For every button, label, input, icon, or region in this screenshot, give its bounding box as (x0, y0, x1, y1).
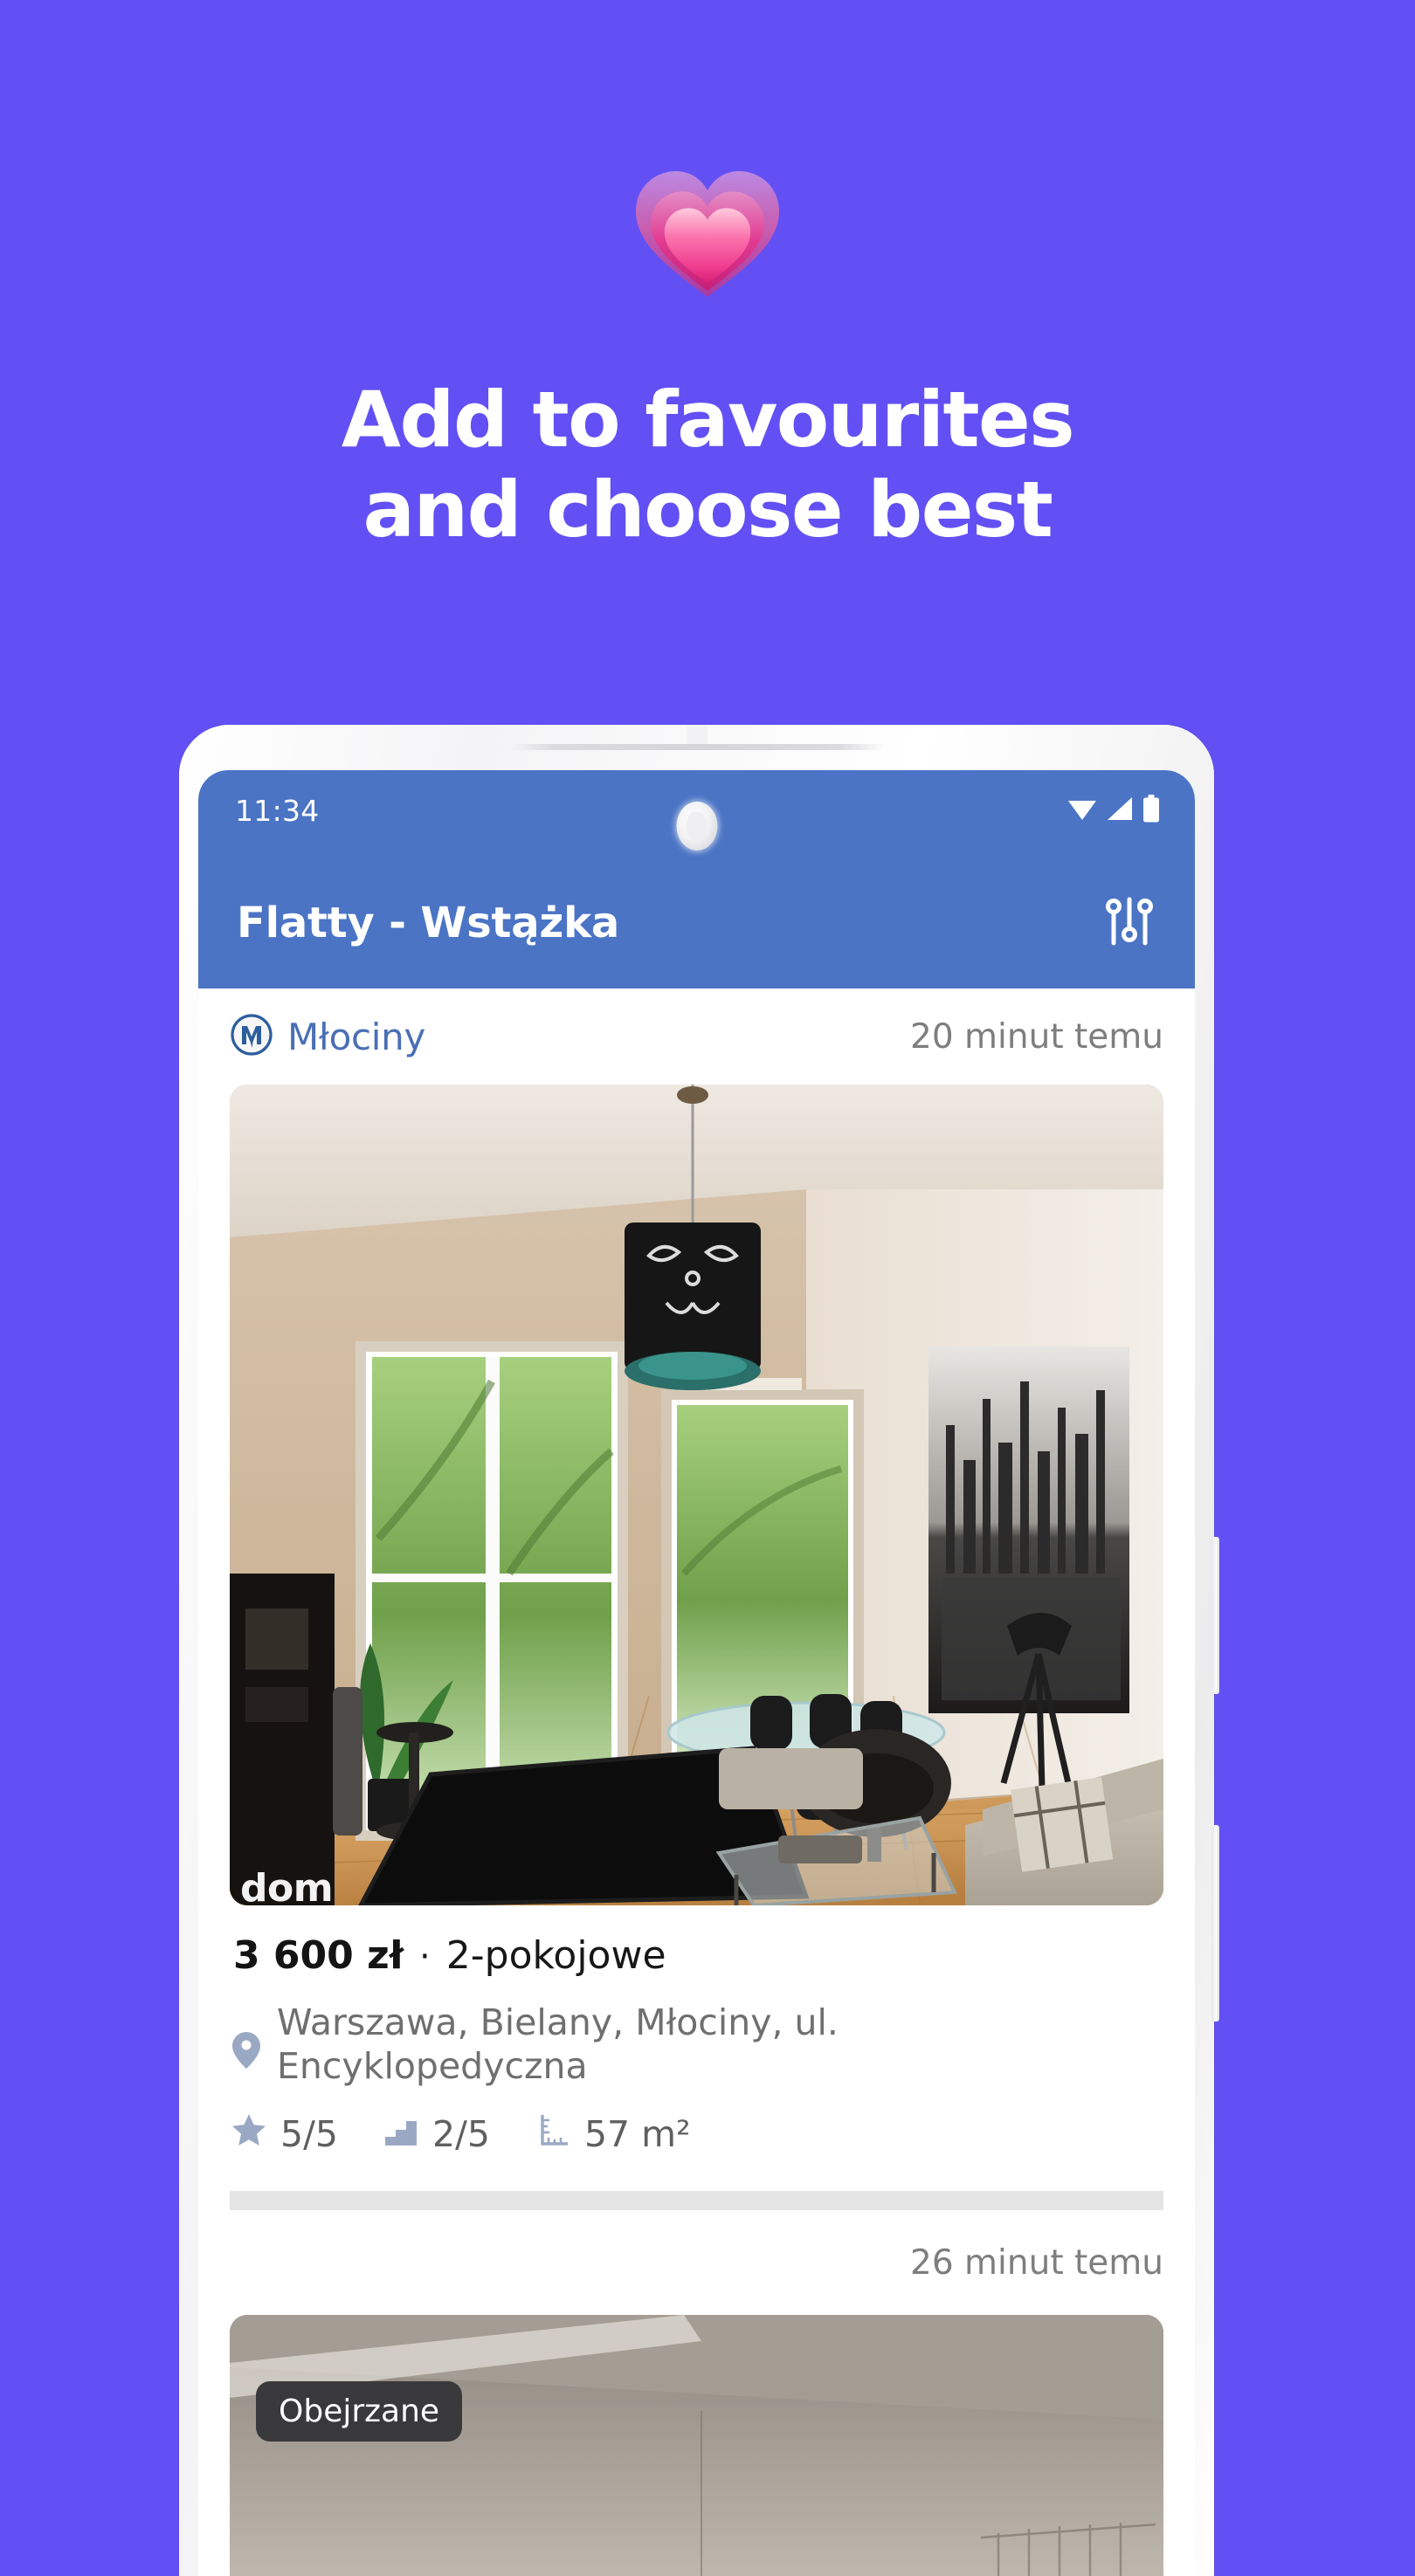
headline-line-2: and choose best (362, 464, 1053, 554)
hero-heart-emoji (0, 131, 1415, 310)
phone-mockup: 11:34 Flatty - Wstążka Młociny 20 minut … (179, 725, 1219, 2576)
tune-sliders-icon (1102, 894, 1156, 953)
listing-price-row: 3 600 zł · 2-pokojowe (230, 1905, 1163, 1978)
listing-card[interactable]: Młociny 20 minut temu dom 3 600 zł · 2-p… (198, 988, 1195, 2211)
listing-price: 3 600 zł (233, 1933, 404, 1978)
listing-photo[interactable]: dom (230, 1085, 1163, 1905)
growing-heart-emoji (607, 131, 808, 306)
listing-card-next[interactable]: 26 minut temu Obejrzane (198, 2210, 1195, 2576)
location-pin-icon (231, 2001, 261, 2075)
star-icon (231, 2112, 266, 2156)
app-bar: 11:34 Flatty - Wstążka (198, 770, 1195, 988)
listing-rating-value: 5/5 (280, 2113, 338, 2156)
price-separator: · (419, 1937, 431, 1977)
card-separator (230, 2191, 1163, 2211)
volume-button[interactable] (1211, 1537, 1219, 1694)
status-bar-clock: 11:34 (235, 793, 320, 828)
listing-time-ago: 20 minut temu (910, 1016, 1163, 1057)
cellular-signal-icon (1107, 796, 1133, 825)
listing-area-value: 57 m² (583, 2113, 691, 2156)
earpiece-speaker (508, 744, 885, 750)
warsaw-metro-logo-icon (230, 1013, 273, 1061)
filter-button[interactable] (1095, 889, 1163, 957)
listing-stat-floor: 2/5 (383, 2112, 490, 2156)
listing-stat-rating: 5/5 (231, 2112, 338, 2156)
power-button[interactable] (1211, 1825, 1219, 2022)
front-camera-punch-hole (676, 802, 717, 851)
app-title: Flatty - Wstążka (237, 899, 620, 947)
status-bar-icons (1067, 794, 1160, 827)
phone-screen: 11:34 Flatty - Wstążka Młociny 20 minut … (198, 770, 1195, 2576)
listing-photo[interactable]: Obejrzane (230, 2315, 1163, 2576)
listing-meta-row: 26 minut temu (230, 2210, 1163, 2315)
listing-time-ago: 26 minut temu (910, 2242, 1163, 2283)
battery-icon (1142, 794, 1160, 827)
listing-address-row: Warszawa, Bielany, Młociny, ul. Encyklop… (230, 1978, 1163, 2088)
listing-rooms: 2-pokojowe (445, 1933, 666, 1978)
stairs-floor-icon (383, 2112, 418, 2156)
metro-station-group: Młociny (230, 1013, 425, 1061)
photo-watermark: dom (240, 1866, 334, 1905)
ruler-area-icon (535, 2112, 570, 2156)
app-bar-title-row: Flatty - Wstążka (198, 858, 1195, 988)
metro-station-name: Młociny (287, 1015, 426, 1058)
listing-floor-value: 2/5 (431, 2113, 490, 2156)
status-badge-seen: Obejrzane (256, 2381, 463, 2442)
wifi-icon (1067, 796, 1097, 825)
listing-meta-row: Młociny 20 minut temu (230, 988, 1163, 1085)
front-camera-lens (686, 811, 708, 841)
page-title: Add to favourites and choose best (0, 375, 1415, 555)
listing-address: Warszawa, Bielany, Młociny, ul. Encyklop… (277, 2001, 839, 2088)
listing-stats-row: 5/5 2/5 57 m² (230, 2088, 1163, 2156)
listing-stat-area: 57 m² (535, 2112, 691, 2156)
earpiece-notch (686, 725, 708, 744)
headline-line-1: Add to favourites (341, 375, 1075, 465)
